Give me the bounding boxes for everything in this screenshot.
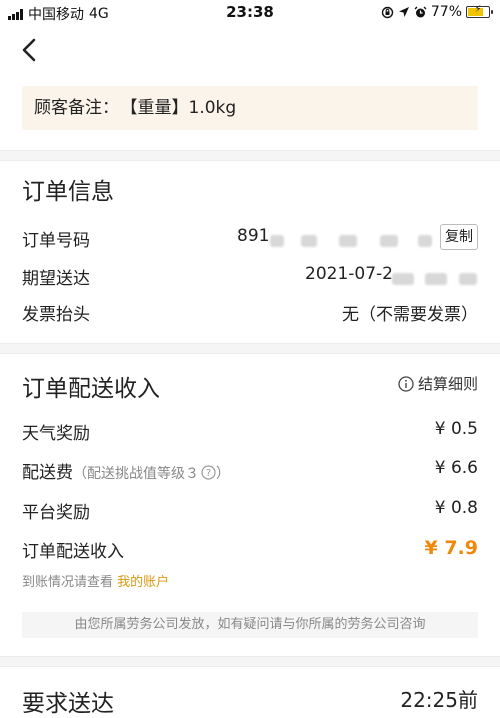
expected-delivery-value: 2021-07-2	[305, 264, 393, 284]
challenge-level-close: ）	[216, 466, 230, 482]
order-number-row: 订单号码 891 复制	[22, 224, 478, 252]
section-divider	[0, 343, 500, 354]
income-total-value: ¥ 7.9	[424, 537, 479, 559]
invoice-value: 无（不需要发票）	[342, 305, 478, 325]
remark-label: 顾客备注：	[34, 98, 119, 118]
battery-icon: ⚡	[466, 4, 493, 18]
income-item-label: 天气奖励	[22, 424, 90, 444]
section-divider	[0, 656, 500, 667]
alarm-icon	[414, 6, 427, 17]
question-icon[interactable]: ?	[201, 465, 216, 480]
back-arrow-icon[interactable]	[18, 36, 42, 64]
svg-text:?: ?	[206, 468, 211, 479]
income-item-value: ¥ 0.8	[434, 498, 478, 518]
income-item-value: ¥ 6.6	[434, 458, 478, 478]
order-number-label: 订单号码	[22, 231, 90, 251]
income-item-label: 配送费	[22, 463, 73, 483]
income-item-label: 平台奖励	[22, 503, 90, 523]
order-number-value: 891	[237, 226, 270, 246]
account-tip: 到账情况请查看 我的账户	[22, 571, 169, 590]
challenge-level-text: （配送挑战值等级３	[73, 466, 199, 482]
invoice-row: 发票抬头 无（不需要发票）	[22, 300, 478, 326]
account-tip-text: 到账情况请查看	[22, 575, 114, 590]
section-divider	[0, 150, 500, 161]
order-info-title: 订单信息	[22, 179, 114, 205]
remark-value: 【重量】1.0kg	[129, 98, 237, 118]
income-item-value: ¥ 0.5	[434, 419, 478, 439]
order-number-masked	[270, 231, 432, 251]
expected-delivery-masked	[392, 269, 477, 289]
expected-delivery-label: 期望送达	[22, 269, 90, 289]
info-icon	[398, 375, 414, 392]
deadline-title: 要求送达	[22, 691, 114, 717]
expected-delivery-row: 期望送达 2021-07-2	[22, 264, 478, 290]
battery-percent: 77%	[430, 4, 462, 20]
income-total-label: 订单配送收入	[22, 542, 124, 562]
income-title: 订单配送收入	[22, 376, 160, 402]
status-bar: 中国移动 4G 23:38 77% ⚡	[0, 0, 500, 26]
settlement-rules-link[interactable]: 结算细则	[398, 373, 478, 394]
customer-remark: 顾客备注： 【重量】1.0kg	[22, 86, 478, 130]
payment-notice: 由您所属劳务公司发放，如有疑问请与你所属的劳务公司咨询	[22, 612, 478, 638]
settlement-rules-label: 结算细则	[417, 375, 478, 393]
location-icon	[398, 7, 409, 17]
invoice-label: 发票抬头	[22, 305, 90, 325]
deadline-time: 22:25前	[400, 688, 478, 712]
my-account-link[interactable]: 我的账户	[117, 575, 169, 590]
lock-rotation-icon	[381, 6, 394, 18]
copy-order-button[interactable]: 复制	[440, 224, 478, 250]
